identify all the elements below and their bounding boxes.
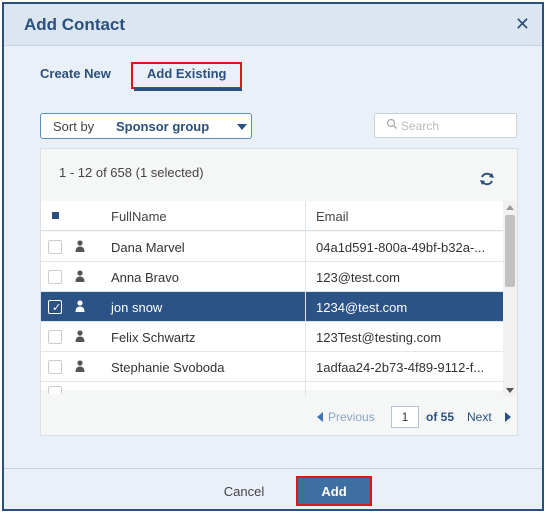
row-fullname: Anna Bravo [111,270,179,285]
table-header: FullName Email [41,201,503,231]
grid-record-info: 1 - 12 of 658 (1 selected) [59,165,204,180]
search-icon [386,118,398,130]
scroll-thumb[interactable] [505,215,515,287]
footer-divider [4,468,542,469]
row-fullname: Felix Schwartz [111,330,196,345]
column-header-fullname[interactable]: FullName [111,209,167,224]
row-email: 123@test.com [316,270,401,285]
dialog-title: Add Contact [24,15,126,34]
table-row-partial[interactable] [41,382,503,394]
table-row-selected[interactable]: ✓ jon snow 1234@test.com [41,292,503,322]
grid-scrollbar[interactable] [503,201,517,397]
dialog-titlebar: Add Contact ✕ [4,4,542,46]
sort-by-dropdown[interactable]: Sort by Sponsor group [40,113,252,139]
add-contact-dialog: Add Contact ✕ Create New Add Existing So… [2,2,544,511]
sort-by-label: Sort by [53,119,95,134]
person-icon [75,240,85,252]
table-row[interactable]: ✓ Dana Marvel 04a1d591-800a-49bf-b32a-..… [41,232,503,262]
row-fullname: jon snow [111,300,163,315]
row-checkbox[interactable]: ✓ [48,300,62,314]
chevron-left-icon[interactable] [317,412,323,422]
page-count: of 55 [426,410,455,424]
cancel-button[interactable]: Cancel [209,478,279,504]
row-fullname: Dana Marvel [111,240,185,255]
checkmark-icon: ✓ [52,302,62,314]
previous-page-button[interactable]: Previous [328,410,375,424]
row-checkbox[interactable] [48,386,62,394]
contacts-grid: 1 - 12 of 658 (1 selected) FullName Emai… [40,148,518,436]
select-all-checkbox[interactable] [52,212,59,219]
row-email: 123Test@testing.com [316,330,442,345]
table-row[interactable]: ✓ Felix Schwartz 123Test@testing.com [41,322,503,352]
table-row[interactable]: ✓ Anna Bravo 123@test.com [41,262,503,292]
add-button[interactable]: Add [296,476,372,506]
active-tab-underline [134,88,242,91]
person-icon [75,360,85,372]
tab-add-existing[interactable]: Add Existing [147,66,226,81]
chevron-down-icon [237,124,247,130]
person-icon [75,300,85,312]
pagination: Previous of 55 Next [41,397,517,435]
row-email: 1adfaa24-2b73-4f89-9112-f... [316,360,485,375]
row-checkbox[interactable]: ✓ [48,240,62,254]
table-row[interactable]: ✓ Stephanie Svoboda 1adfaa24-2b73-4f89-9… [41,352,503,382]
tab-create-new[interactable]: Create New [40,66,111,81]
close-icon[interactable]: ✕ [515,14,530,35]
row-email: 1234@test.com [316,300,408,315]
row-email: 04a1d591-800a-49bf-b32a-... [316,240,486,255]
row-checkbox[interactable]: ✓ [48,270,62,284]
refresh-icon[interactable] [479,171,495,187]
scroll-down-icon[interactable] [506,388,514,393]
row-fullname: Stephanie Svoboda [111,360,225,375]
page-number-input[interactable] [391,406,419,428]
scroll-up-icon[interactable] [506,205,514,210]
column-header-email[interactable]: Email [316,209,349,224]
next-page-button[interactable]: Next [467,410,492,424]
person-icon [75,330,85,342]
row-checkbox[interactable]: ✓ [48,360,62,374]
person-icon [75,270,85,282]
sort-by-value: Sponsor group [116,119,210,134]
column-divider [305,201,306,397]
row-checkbox[interactable]: ✓ [48,330,62,344]
chevron-right-icon[interactable] [505,412,511,422]
